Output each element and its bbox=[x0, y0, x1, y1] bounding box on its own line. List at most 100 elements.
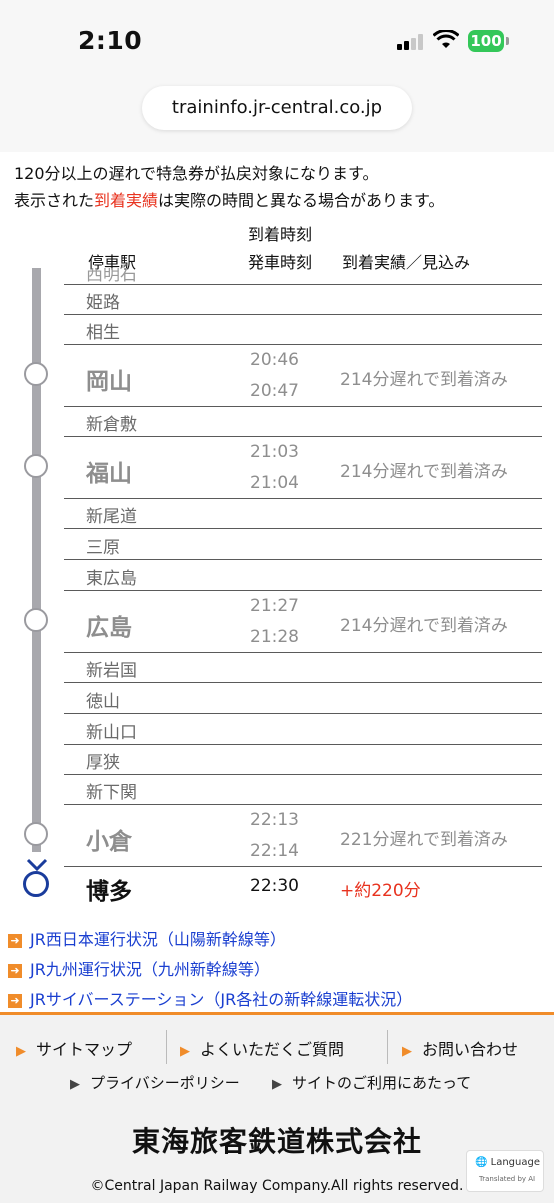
station-name: 広島 bbox=[86, 615, 132, 641]
triangle-icon: ▶ bbox=[16, 1044, 26, 1059]
station-row: 広島 21:27 21:28 214分遅れで到着済み bbox=[64, 591, 542, 653]
station-name: 福山 bbox=[86, 461, 132, 487]
notice-highlight: 到着実績 bbox=[94, 191, 159, 210]
station-row: 福山 21:03 21:04 214分遅れで到着済み bbox=[64, 437, 542, 499]
arrival-time: 21:03 bbox=[250, 442, 299, 462]
current-station-node bbox=[23, 871, 49, 897]
notice-refund: 120分以上の遅れで特急券が払戻対象になります。 bbox=[14, 164, 379, 183]
header-arrival: 到着時刻 bbox=[248, 225, 313, 244]
station-row: 新尾道 bbox=[64, 499, 542, 529]
language-label: Language bbox=[490, 1157, 540, 1168]
battery-cap bbox=[506, 37, 509, 45]
arrow-icon: ➜ bbox=[8, 933, 22, 948]
station-name: 東広島 bbox=[86, 569, 137, 589]
link-label: JR九州運行状況（九州新幹線等） bbox=[30, 960, 270, 979]
footer-link-privacy[interactable]: ▶ プライバシーポリシー bbox=[70, 1072, 240, 1093]
station-row: 岡山 20:46 20:47 214分遅れで到着済み bbox=[64, 345, 542, 407]
station-row: 新山口 bbox=[64, 714, 542, 745]
departure-time: 20:47 bbox=[250, 381, 299, 401]
station-node bbox=[24, 362, 48, 386]
triangle-icon: ▶ bbox=[70, 1077, 80, 1092]
station-row: 相生 bbox=[64, 315, 542, 345]
footer-link-faq[interactable]: ▶ よくいただくご質問 bbox=[180, 1036, 344, 1060]
station-name: 新岩国 bbox=[86, 661, 137, 681]
arrival-time: 22:13 bbox=[250, 810, 299, 830]
footer-link-sitemap[interactable]: ▶ サイトマップ bbox=[16, 1036, 132, 1060]
arrow-icon: ➜ bbox=[8, 963, 22, 978]
globe-icon: 🌐 bbox=[475, 1157, 488, 1168]
station-name: 厚狭 bbox=[86, 753, 120, 773]
divider bbox=[387, 1030, 388, 1064]
arrival-status: 221分遅れで到着済み bbox=[340, 830, 508, 850]
station-name: 三原 bbox=[86, 538, 120, 558]
station-row: 徳山 bbox=[64, 683, 542, 714]
station-node bbox=[24, 608, 48, 632]
station-row: 姫路 bbox=[64, 284, 542, 315]
notice-text: 表示された bbox=[14, 191, 95, 210]
address-bar: traininfo.jr-central.co.jp bbox=[0, 80, 554, 152]
arrival-status: 214分遅れで到着済み bbox=[340, 370, 508, 390]
language-button[interactable]: 🌐 Language Translated by AI bbox=[466, 1150, 544, 1192]
station-name: 西明石 bbox=[86, 268, 137, 285]
departure-time: 21:28 bbox=[250, 627, 299, 647]
station-row: 新岩国 bbox=[64, 653, 542, 683]
chevron-down-icon bbox=[26, 858, 48, 872]
footer-link-contact[interactable]: ▶ お問い合わせ bbox=[402, 1036, 518, 1060]
link-jr-cyber-station[interactable]: ➜ JRサイバーステーション（JR各社の新幹線運転状況） bbox=[8, 986, 412, 1010]
station-row-current: 博多 22:30 +約220分 bbox=[64, 867, 542, 905]
status-bar: 2:10 100 bbox=[0, 0, 554, 80]
footer-link-label: プライバシーポリシー bbox=[90, 1074, 240, 1092]
footer-link-label: よくいただくご質問 bbox=[200, 1040, 345, 1059]
station-name: 新尾道 bbox=[86, 507, 137, 527]
url-field[interactable]: traininfo.jr-central.co.jp bbox=[142, 86, 412, 130]
arrival-time: 22:30 bbox=[250, 876, 299, 896]
footer-link-label: サイトマップ bbox=[36, 1040, 133, 1059]
station-name: 岡山 bbox=[86, 369, 132, 395]
notice-text: は実際の時間と異なる場合があります。 bbox=[158, 191, 445, 210]
footer-link-label: お問い合わせ bbox=[422, 1040, 519, 1059]
station-name: 相生 bbox=[86, 323, 120, 343]
footer-link-label: サイトのご利用にあたって bbox=[292, 1074, 472, 1092]
arrival-status: 214分遅れで到着済み bbox=[340, 462, 508, 482]
status-time: 2:10 bbox=[78, 26, 143, 55]
battery-icon: 100 bbox=[468, 30, 504, 52]
translated-label: Translated by AI bbox=[479, 1175, 536, 1183]
arrival-time: 20:46 bbox=[250, 350, 299, 370]
notice-actual-time: 表示された到着実績は実際の時間と異なる場合があります。 bbox=[14, 187, 444, 211]
arrow-icon: ➜ bbox=[8, 993, 22, 1008]
station-name: 博多 bbox=[86, 879, 132, 905]
signal-icon bbox=[397, 34, 427, 50]
link-jr-west-status[interactable]: ➜ JR西日本運行状況（山陽新幹線等） bbox=[8, 926, 286, 950]
station-row: 小倉 22:13 22:14 221分遅れで到着済み bbox=[64, 805, 542, 867]
station-row: 三原 bbox=[64, 529, 542, 560]
station-row: 東広島 bbox=[64, 560, 542, 591]
triangle-icon: ▶ bbox=[402, 1044, 412, 1059]
station-name: 小倉 bbox=[86, 829, 132, 855]
delay-estimate: +約220分 bbox=[340, 881, 421, 901]
language-label-row: 🌐 Language bbox=[475, 1157, 540, 1168]
triangle-icon: ▶ bbox=[180, 1044, 190, 1059]
station-name: 姫路 bbox=[86, 293, 120, 313]
station-node bbox=[24, 454, 48, 478]
station-row: 新下関 bbox=[64, 775, 542, 805]
station-row: 厚狭 bbox=[64, 745, 542, 775]
arrival-time: 21:27 bbox=[250, 596, 299, 616]
link-label: JR西日本運行状況（山陽新幹線等） bbox=[30, 930, 286, 949]
station-row: 西明石 bbox=[64, 268, 542, 285]
arrival-status: 214分遅れで到着済み bbox=[340, 616, 508, 636]
station-name: 新倉敷 bbox=[86, 415, 137, 435]
link-label: JRサイバーステーション（JR各社の新幹線運転状況） bbox=[30, 990, 413, 1009]
triangle-icon: ▶ bbox=[272, 1077, 282, 1092]
station-row: 新倉敷 bbox=[64, 407, 542, 437]
divider bbox=[166, 1030, 167, 1064]
link-jr-kyushu-status[interactable]: ➜ JR九州運行状況（九州新幹線等） bbox=[8, 956, 270, 980]
station-node bbox=[24, 822, 48, 846]
route-line bbox=[32, 268, 41, 852]
station-name: 新下関 bbox=[86, 783, 137, 803]
departure-time: 21:04 bbox=[250, 473, 299, 493]
footer-link-terms[interactable]: ▶ サイトのご利用にあたって bbox=[272, 1072, 471, 1093]
wifi-icon bbox=[433, 30, 459, 48]
station-name: 徳山 bbox=[86, 692, 120, 712]
station-name: 新山口 bbox=[86, 723, 137, 743]
departure-time: 22:14 bbox=[250, 841, 299, 861]
